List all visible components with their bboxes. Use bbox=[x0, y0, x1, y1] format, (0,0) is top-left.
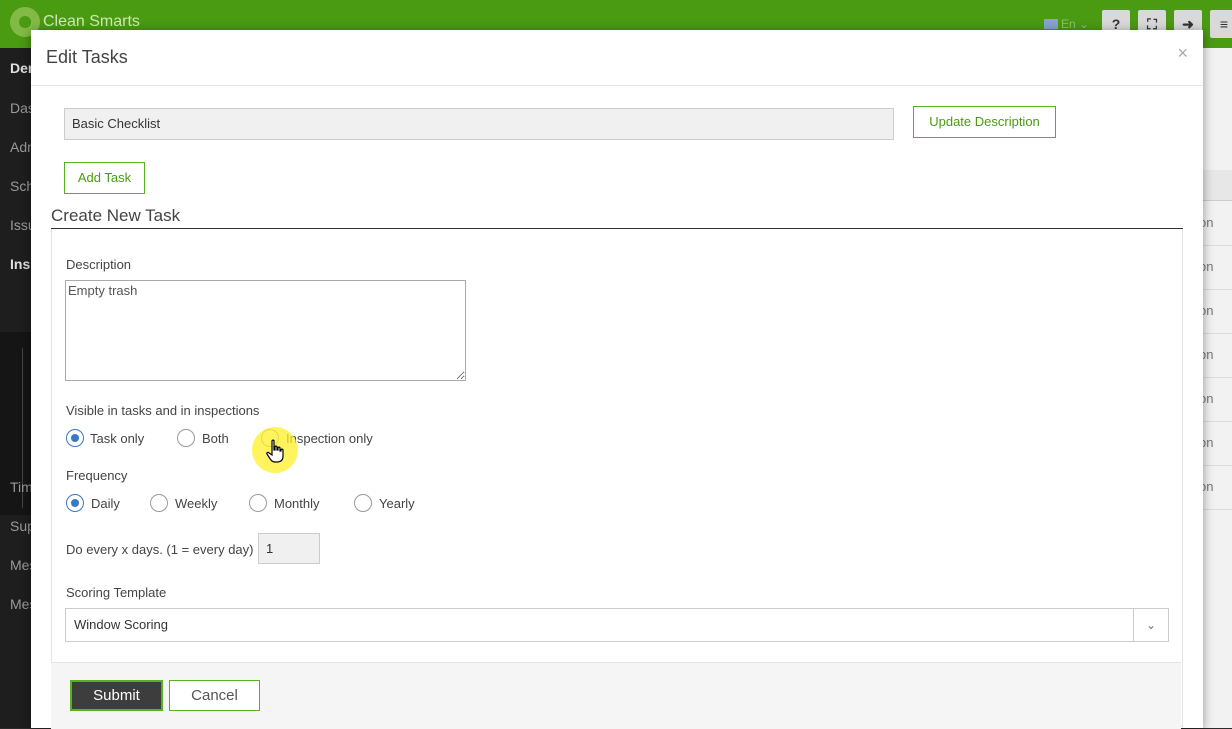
modal-header: Edit Tasks × bbox=[31, 30, 1203, 86]
chevron-down-icon[interactable]: ⌄ bbox=[1133, 609, 1168, 641]
table-row: on bbox=[1203, 201, 1232, 246]
sidebar-item-issues[interactable]: Issu bbox=[10, 217, 31, 233]
section-title: Create New Task bbox=[51, 206, 181, 225]
close-icon[interactable]: × bbox=[1177, 43, 1188, 64]
radio-label-monthly: Monthly bbox=[274, 496, 320, 511]
scoring-template-value: Window Scoring bbox=[74, 617, 168, 632]
table-row: on bbox=[1203, 333, 1232, 378]
table-row: on bbox=[1203, 421, 1232, 466]
sidebar-item-schedule[interactable]: Sch bbox=[10, 178, 31, 194]
sidebar-item-admin[interactable]: Adm bbox=[10, 139, 31, 155]
sidebar-item-supplies[interactable]: Sup bbox=[10, 518, 31, 534]
radio-monthly[interactable] bbox=[249, 494, 267, 512]
checklist-name-input[interactable]: Basic Checklist bbox=[64, 108, 894, 140]
sidebar-item-messages[interactable]: Mes bbox=[10, 557, 31, 573]
menu-button[interactable]: ≡ bbox=[1210, 10, 1232, 38]
sidebar-item-inspections[interactable]: Insp bbox=[10, 256, 31, 272]
every-x-days-label: Do every x days. (1 = every day) bbox=[66, 542, 254, 557]
radio-label-yearly: Yearly bbox=[379, 496, 415, 511]
table-header bbox=[1203, 170, 1232, 201]
language-label: En bbox=[1061, 17, 1076, 31]
table-row: on bbox=[1203, 377, 1232, 422]
radio-label-both: Both bbox=[202, 431, 229, 446]
radio-label-daily: Daily bbox=[91, 496, 120, 511]
every-x-days-input[interactable]: 1 bbox=[258, 533, 320, 564]
frequency-label: Frequency bbox=[66, 468, 128, 483]
add-task-button[interactable]: Add Task bbox=[64, 162, 145, 194]
flag-icon bbox=[1044, 19, 1058, 29]
radio-daily[interactable] bbox=[66, 494, 84, 512]
sidebar-item-demo[interactable]: Dem bbox=[10, 60, 31, 76]
radio-label-task-only: Task only bbox=[90, 431, 145, 446]
radio-label-weekly: Weekly bbox=[175, 496, 218, 511]
table-row: on bbox=[1203, 245, 1232, 290]
brand-name: Clean Smarts bbox=[43, 13, 140, 30]
cancel-button[interactable]: Cancel bbox=[169, 680, 260, 711]
radio-label-inspection-only: Inspection only bbox=[286, 431, 373, 446]
submit-button[interactable]: Submit bbox=[70, 680, 163, 711]
sidebar: Dem Das Adm Sch Issu Insp Tim Sup Mes Me… bbox=[0, 48, 31, 728]
sidebar-item-messages-2[interactable]: Mes bbox=[10, 596, 31, 612]
visibility-label: Visible in tasks and in inspections bbox=[66, 403, 260, 418]
language-selector[interactable]: En ⌄ bbox=[1044, 17, 1089, 31]
update-description-button[interactable]: Update Description bbox=[913, 106, 1056, 138]
modal-title: Edit Tasks bbox=[46, 47, 128, 67]
hand-cursor-icon bbox=[266, 439, 284, 463]
sidebar-item-time[interactable]: Tim bbox=[10, 479, 31, 495]
radio-yearly[interactable] bbox=[354, 494, 372, 512]
edit-tasks-modal: Edit Tasks × Basic Checklist Update Desc… bbox=[31, 30, 1203, 729]
description-label: Description bbox=[66, 257, 132, 272]
sidebar-item-dashboard[interactable]: Das bbox=[10, 100, 31, 116]
radio-both[interactable] bbox=[177, 429, 195, 447]
scoring-template-select[interactable]: Window Scoring ⌄ bbox=[65, 608, 1169, 642]
radio-weekly[interactable] bbox=[150, 494, 168, 512]
table-row: on bbox=[1203, 465, 1232, 510]
description-textarea[interactable] bbox=[65, 280, 466, 381]
scoring-template-label: Scoring Template bbox=[66, 585, 167, 600]
table-row: on bbox=[1203, 289, 1232, 334]
radio-task-only[interactable] bbox=[66, 429, 84, 447]
background-table: on on on on on on on bbox=[1203, 48, 1232, 728]
